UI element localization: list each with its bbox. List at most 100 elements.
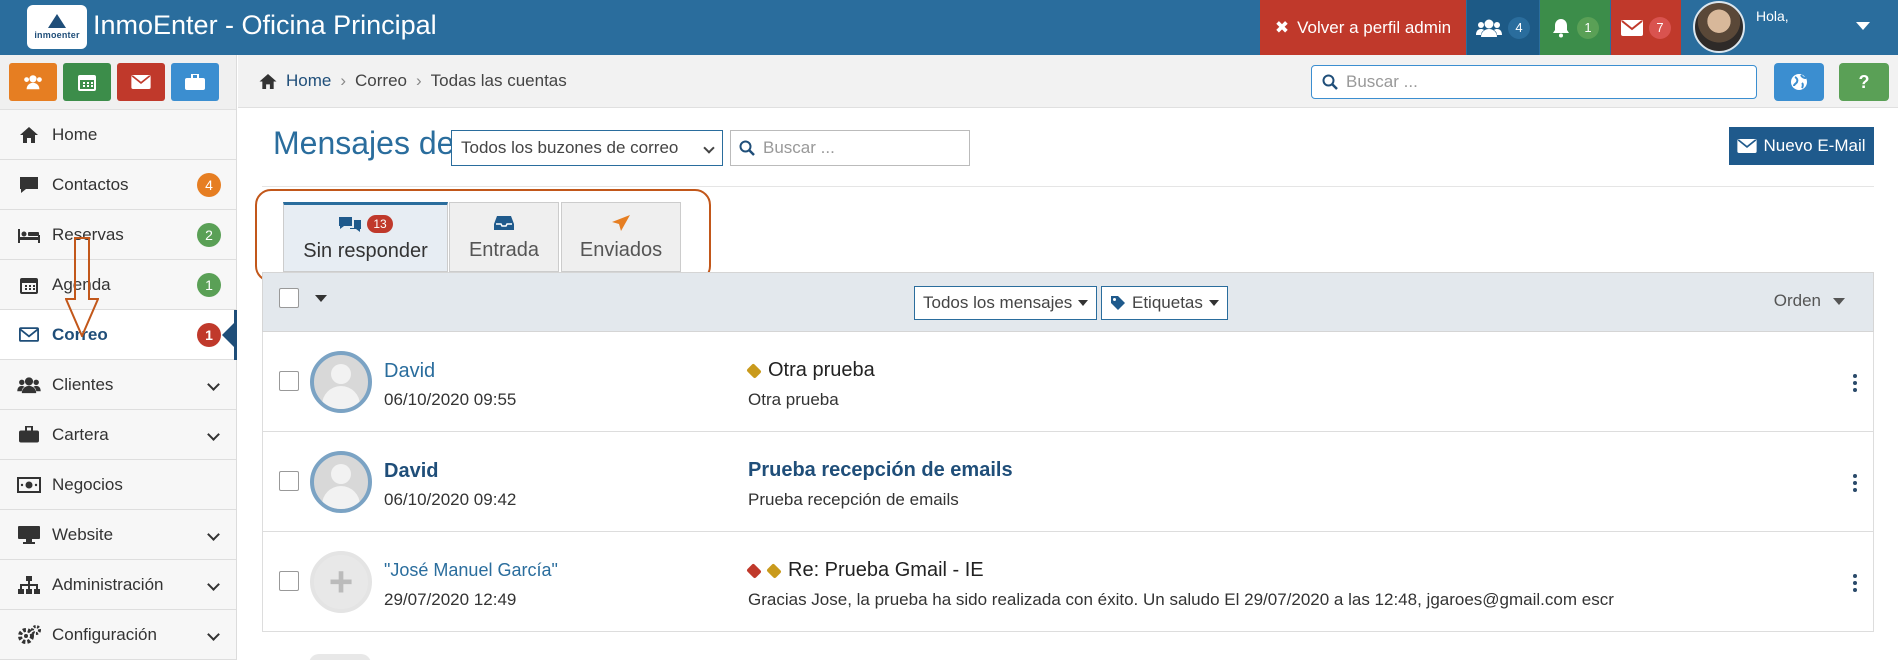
tag-icon <box>746 562 762 579</box>
message-subject[interactable]: Prueba recepción de emails <box>748 459 1013 482</box>
select-all-checkbox[interactable] <box>279 288 299 308</box>
users-icon <box>24 75 42 90</box>
message-menu-icon[interactable] <box>1853 574 1857 592</box>
sidebar-item-home[interactable]: Home <box>0 110 236 160</box>
sidebar-item-reservas[interactable]: Reservas 2 <box>0 210 236 260</box>
briefcase-icon <box>16 424 42 446</box>
sidebar-item-configuracion[interactable]: Configuración <box>0 610 236 660</box>
mailbox-select[interactable]: Todos los buzones de correo <box>451 130 723 166</box>
quick-portfolio-button[interactable] <box>171 63 219 101</box>
message-checkbox[interactable] <box>279 471 299 491</box>
sidebar-item-contactos[interactable]: Contactos 4 <box>0 160 236 210</box>
tab-label: Entrada <box>468 239 540 261</box>
tag-icon <box>1111 296 1125 310</box>
message-sender[interactable]: David <box>384 360 435 383</box>
caret-down-icon <box>1833 297 1845 305</box>
sidebar-item-cartera[interactable]: Cartera <box>0 410 236 460</box>
sidebar-item-website[interactable]: Website <box>0 510 236 560</box>
message-row[interactable]: + "José Manuel García" 29/07/2020 12:49 … <box>262 532 1874 632</box>
user-avatar[interactable] <box>1693 1 1745 53</box>
order-dropdown[interactable]: Orden <box>1774 291 1845 311</box>
chevron-down-icon <box>207 628 220 641</box>
message-menu-icon[interactable] <box>1853 474 1857 492</box>
bed-icon <box>16 224 42 246</box>
back-to-admin-button[interactable]: ✖ Volver a perfil admin <box>1260 0 1466 55</box>
message-search-placeholder: Buscar ... <box>763 138 835 157</box>
sidebar-item-label: Negocios <box>52 474 123 494</box>
users-count-badge: 4 <box>1508 16 1530 39</box>
global-search-input[interactable]: Buscar ... <box>1311 65 1757 99</box>
message-checkbox[interactable] <box>279 371 299 391</box>
breadcrumb-current: Todas las cuentas <box>430 71 567 90</box>
user-menu[interactable]: Hola, <box>1682 0 1898 55</box>
user-greeting: Hola, <box>1756 8 1789 24</box>
app-logo[interactable]: inmoenter <box>27 5 87 49</box>
chevron-down-icon <box>207 528 220 541</box>
sidebar-item-label: Agenda <box>52 274 111 294</box>
message-date: 29/07/2020 12:49 <box>384 590 517 609</box>
message-menu-icon[interactable] <box>1853 374 1857 392</box>
message-search-input[interactable]: Buscar ... <box>730 130 970 166</box>
caret-down-icon <box>1208 300 1219 306</box>
tab-enviados[interactable]: Enviados <box>561 202 681 272</box>
message-row[interactable]: David 06/10/2020 09:55 Otra prueba Otra … <box>262 332 1874 432</box>
mailbox-selected-value: Todos los buzones de correo <box>461 138 679 157</box>
new-email-button[interactable]: Nuevo E-Mail <box>1729 127 1874 165</box>
quick-agenda-button[interactable] <box>63 63 111 101</box>
sender-avatar <box>310 451 372 513</box>
sidebar-item-administracion[interactable]: Administración <box>0 560 236 610</box>
envelope-icon <box>16 324 42 346</box>
add-contact-avatar[interactable]: + <box>310 551 372 613</box>
tab-sin-responder[interactable]: 13 Sin responder <box>283 202 448 272</box>
message-preview: Otra prueba <box>748 390 839 409</box>
mail-notifications-button[interactable]: 7 <box>1611 0 1681 55</box>
quick-contacts-button[interactable] <box>9 63 57 101</box>
sidebar-item-label: Correo <box>52 324 108 344</box>
chevron-down-icon[interactable] <box>1856 22 1870 30</box>
message-sender[interactable]: David <box>384 460 438 483</box>
message-subject-text: Otra prueba <box>768 359 875 381</box>
home-icon <box>16 124 42 146</box>
search-icon <box>1322 74 1338 90</box>
select-options-caret-icon[interactable] <box>315 295 327 302</box>
breadcrumb-home[interactable]: Home <box>258 71 331 91</box>
sidebar-item-negocios[interactable]: Negocios <box>0 460 236 510</box>
quick-mail-button[interactable] <box>117 63 165 101</box>
message-subject[interactable]: Re: Prueba Gmail - IE <box>746 559 984 582</box>
search-icon <box>739 140 755 156</box>
help-button[interactable]: ? <box>1839 63 1889 101</box>
sidebar-item-label: Reservas <box>52 224 124 244</box>
message-row[interactable]: David 06/10/2020 09:42 Prueba recepción … <box>262 432 1874 532</box>
breadcrumb: Home › Correo › Todas las cuentas <box>258 71 567 91</box>
app-title: InmoEnter - Oficina Principal <box>93 10 437 40</box>
breadcrumb-separator-icon: › <box>340 71 347 90</box>
message-date: 06/10/2020 09:42 <box>384 490 517 509</box>
language-button[interactable] <box>1774 63 1824 101</box>
message-sender[interactable]: "José Manuel García" <box>384 560 558 581</box>
mail-count-badge: 7 <box>1649 16 1671 39</box>
comments-icon <box>339 217 362 232</box>
breadcrumb-separator-icon: › <box>416 71 422 90</box>
sidebar-item-agenda[interactable]: Agenda 1 <box>0 260 236 310</box>
chevron-down-icon <box>703 142 715 154</box>
sidebar-item-clientes[interactable]: Clientes <box>0 360 236 410</box>
tag-icon <box>766 562 782 579</box>
filter-messages-label: Todos los mensajes <box>923 293 1073 312</box>
unanswered-count-badge: 13 <box>367 215 393 233</box>
cogs-icon <box>16 624 42 646</box>
filter-messages-dropdown[interactable]: Todos los mensajes <box>914 286 1098 320</box>
message-checkbox[interactable] <box>279 571 299 591</box>
help-label: ? <box>1858 71 1870 92</box>
sidebar-item-correo[interactable]: Correo 1 <box>0 310 237 360</box>
filter-tags-label: Etiquetas <box>1132 293 1203 312</box>
globe-icon <box>1791 74 1807 90</box>
alerts-notifications-button[interactable]: 1 <box>1540 0 1610 55</box>
new-email-label: Nuevo E-Mail <box>1763 136 1866 155</box>
users-notifications-button[interactable]: 4 <box>1467 0 1539 55</box>
message-subject[interactable]: Otra prueba <box>746 359 875 382</box>
breadcrumb-correo[interactable]: Correo <box>355 71 407 91</box>
tab-entrada[interactable]: Entrada <box>449 202 559 272</box>
contactos-badge: 4 <box>197 173 221 197</box>
top-bar: inmoenter InmoEnter - Oficina Principal … <box>0 0 1898 55</box>
filter-tags-dropdown[interactable]: Etiquetas <box>1101 286 1228 320</box>
